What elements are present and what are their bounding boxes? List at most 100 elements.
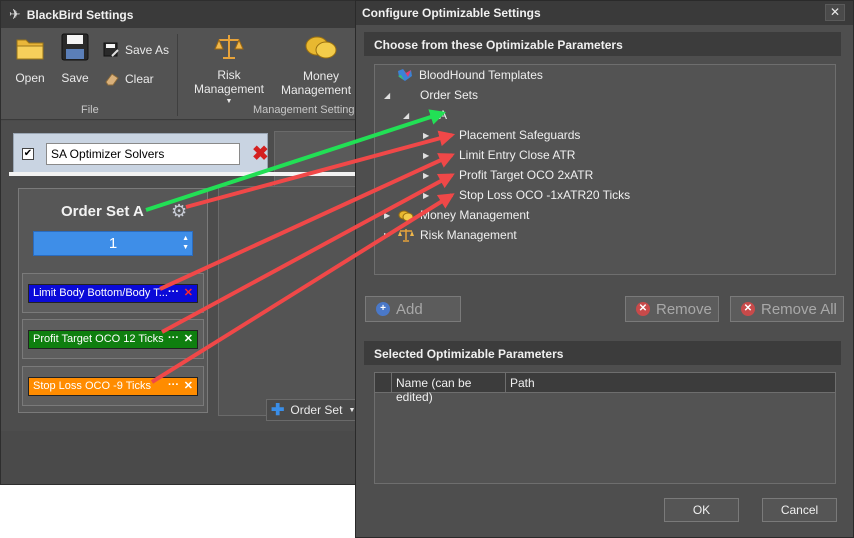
save-as-button[interactable]: Save As (103, 42, 169, 58)
folder-icon (16, 39, 44, 60)
solver-bar: ✔ SA Optimizer Solvers ✖ (13, 133, 269, 175)
order-item-stop-loss[interactable]: Stop Loss OCO -9 Ticks ··· ✕ (28, 377, 198, 396)
eraser-icon (105, 73, 119, 86)
bloodhound-logo-icon (398, 69, 412, 81)
gear-icon[interactable]: ⚙ (171, 201, 187, 222)
clear-button[interactable]: Clear (103, 72, 154, 86)
open-button[interactable]: Open (11, 34, 49, 85)
tree-item-profit-target[interactable]: ▶ Profit Target OCO 2xATR (423, 168, 593, 182)
collapsed-arrow-icon[interactable]: ▶ (423, 191, 431, 200)
order-item-limit[interactable]: Limit Body Bottom/Body T... ··· ✕ (28, 284, 198, 303)
collapsed-arrow-icon[interactable]: ▶ (423, 151, 431, 160)
expanded-arrow-icon[interactable]: ◢ (384, 91, 392, 100)
solver-checkbox[interactable]: ✔ (22, 148, 34, 160)
tree-item-stop-loss[interactable]: ▶ Stop Loss OCO -1xATR20 Ticks (423, 188, 630, 202)
dialog-titlebar[interactable]: Configure Optimizable Settings ✕ (356, 1, 853, 25)
save-as-icon (103, 42, 119, 57)
parameters-tree: BloodHound Templates ◢ Order Sets ◢ A ▶ … (374, 64, 836, 275)
remove-circle-icon: ✕ (741, 302, 755, 316)
more-icon[interactable]: ··· (168, 332, 179, 344)
order-slot: Profit Target OCO 12 Ticks ··· ✕ (22, 319, 204, 359)
tree-item-risk-management[interactable]: ▶ Risk Management (384, 228, 517, 242)
remove-button[interactable]: ✕ Remove (625, 296, 719, 322)
tree-label: A (439, 108, 448, 122)
scales-icon (398, 229, 414, 242)
add-order-set-label: Order Set (290, 403, 343, 417)
add-button[interactable]: + Add (365, 296, 461, 322)
save-label: Save (61, 71, 89, 85)
close-icon[interactable]: ✕ (184, 332, 193, 345)
tree-label: Limit Entry Close ATR (459, 148, 576, 162)
add-label: Add (396, 300, 423, 318)
money-management-label-2: Management ▼ (281, 83, 361, 97)
tree-label: Risk Management (420, 228, 517, 242)
quantity-value: 1 (108, 235, 118, 252)
file-group-label: File (81, 104, 99, 116)
tree-label: Money Management (420, 208, 530, 222)
ok-button[interactable]: OK (664, 498, 739, 522)
floppy-disk-icon (61, 33, 89, 61)
open-label: Open (15, 71, 45, 85)
remove-all-button[interactable]: ✕ Remove All (730, 296, 844, 322)
money-management-label-1: Money (302, 69, 340, 83)
close-button[interactable]: ✕ (825, 4, 845, 21)
order-slot: Limit Body Bottom/Body T... ··· ✕ (22, 273, 204, 313)
tree-label: BloodHound Templates (419, 68, 543, 82)
remove-all-label: Remove All (761, 300, 837, 318)
grid-column-path[interactable]: Path (505, 373, 835, 393)
tree-label: Stop Loss OCO -1xATR20 Ticks (459, 188, 631, 202)
close-icon[interactable]: ✕ (184, 286, 193, 299)
remove-label: Remove (656, 300, 712, 318)
more-icon[interactable]: ··· (168, 286, 179, 298)
close-icon[interactable]: ✕ (184, 379, 193, 392)
tree-item-order-sets[interactable]: ◢ Order Sets (384, 88, 478, 102)
expanded-arrow-icon[interactable]: ◢ (403, 111, 411, 120)
plus-icon: ✚ (271, 402, 285, 419)
collapsed-arrow-icon[interactable]: ▶ (423, 171, 431, 180)
tree-item-a[interactable]: ◢ A (403, 108, 447, 122)
remove-circle-icon: ✕ (636, 302, 650, 316)
order-slot: Stop Loss OCO -9 Ticks ··· ✕ (22, 366, 204, 406)
choose-parameters-header: Choose from these Optimizable Parameters (364, 32, 841, 56)
tree-label: Profit Target OCO 2xATR (459, 168, 594, 182)
tree-item-limit-entry[interactable]: ▶ Limit Entry Close ATR (423, 148, 575, 162)
selected-parameters-header: Selected Optimizable Parameters (364, 341, 841, 365)
coins-icon (305, 36, 337, 59)
order-label: Stop Loss OCO -9 Ticks (33, 380, 151, 392)
solver-name-input[interactable]: SA Optimizer Solvers (46, 143, 240, 165)
spin-arrows-icon[interactable]: ▲ ▼ (182, 234, 189, 252)
delete-solver-icon[interactable]: ✖ (252, 143, 269, 165)
grid-column-name[interactable]: Name (can be edited) (391, 373, 505, 404)
blackbird-titlebar[interactable]: ✈ BlackBird Settings (1, 1, 361, 28)
cancel-button[interactable]: Cancel (762, 498, 837, 522)
add-order-set-button[interactable]: ✚ Order Set ▼ (266, 399, 363, 421)
collapsed-arrow-icon[interactable]: ▶ (423, 131, 431, 140)
order-set-card: Order Set A ⚙ 1 ▲ ▼ Limit Body Bottom/Bod… (18, 188, 208, 413)
money-management-button[interactable]: Money Management ▼ (281, 32, 361, 97)
blackbird-settings-window: ✈ BlackBird Settings Open Save Save As C… (0, 0, 364, 485)
save-button[interactable]: Save (57, 32, 93, 85)
order-label: Profit Target OCO 12 Ticks (33, 333, 164, 345)
order-set-title: Order Set A (61, 203, 144, 220)
tree-item-bloodhound[interactable]: BloodHound Templates (397, 68, 543, 82)
clear-label: Clear (125, 72, 154, 86)
window-title: BlackBird Settings (26, 7, 134, 22)
risk-management-button[interactable]: Risk Management ▼ (183, 32, 275, 105)
grid-row-selector-header (375, 373, 391, 393)
divider (9, 172, 359, 176)
tree-label: Placement Safeguards (459, 128, 581, 142)
order-item-profit-target[interactable]: Profit Target OCO 12 Ticks ··· ✕ (28, 330, 198, 349)
selected-parameters-grid: Name (can be edited) Path (374, 372, 836, 484)
scales-icon (214, 35, 244, 59)
configure-optimizable-dialog: Configure Optimizable Settings ✕ Choose … (355, 0, 854, 538)
risk-management-label: Risk Management (193, 68, 265, 96)
quantity-stepper[interactable]: 1 ▲ ▼ (33, 231, 193, 256)
ribbon: Open Save Save As Clear File Risk Manage… (1, 28, 361, 120)
collapsed-arrow-icon[interactable]: ▶ (384, 211, 392, 220)
more-icon[interactable]: ··· (168, 379, 179, 391)
blackbird-logo-icon: ✈ (9, 6, 21, 22)
tree-item-money-management[interactable]: ▶ Money Management (384, 208, 529, 222)
collapsed-arrow-icon[interactable]: ▶ (384, 231, 392, 240)
management-group-label: Management Settings (253, 104, 361, 116)
tree-item-placement-safeguards[interactable]: ▶ Placement Safeguards (423, 128, 580, 142)
